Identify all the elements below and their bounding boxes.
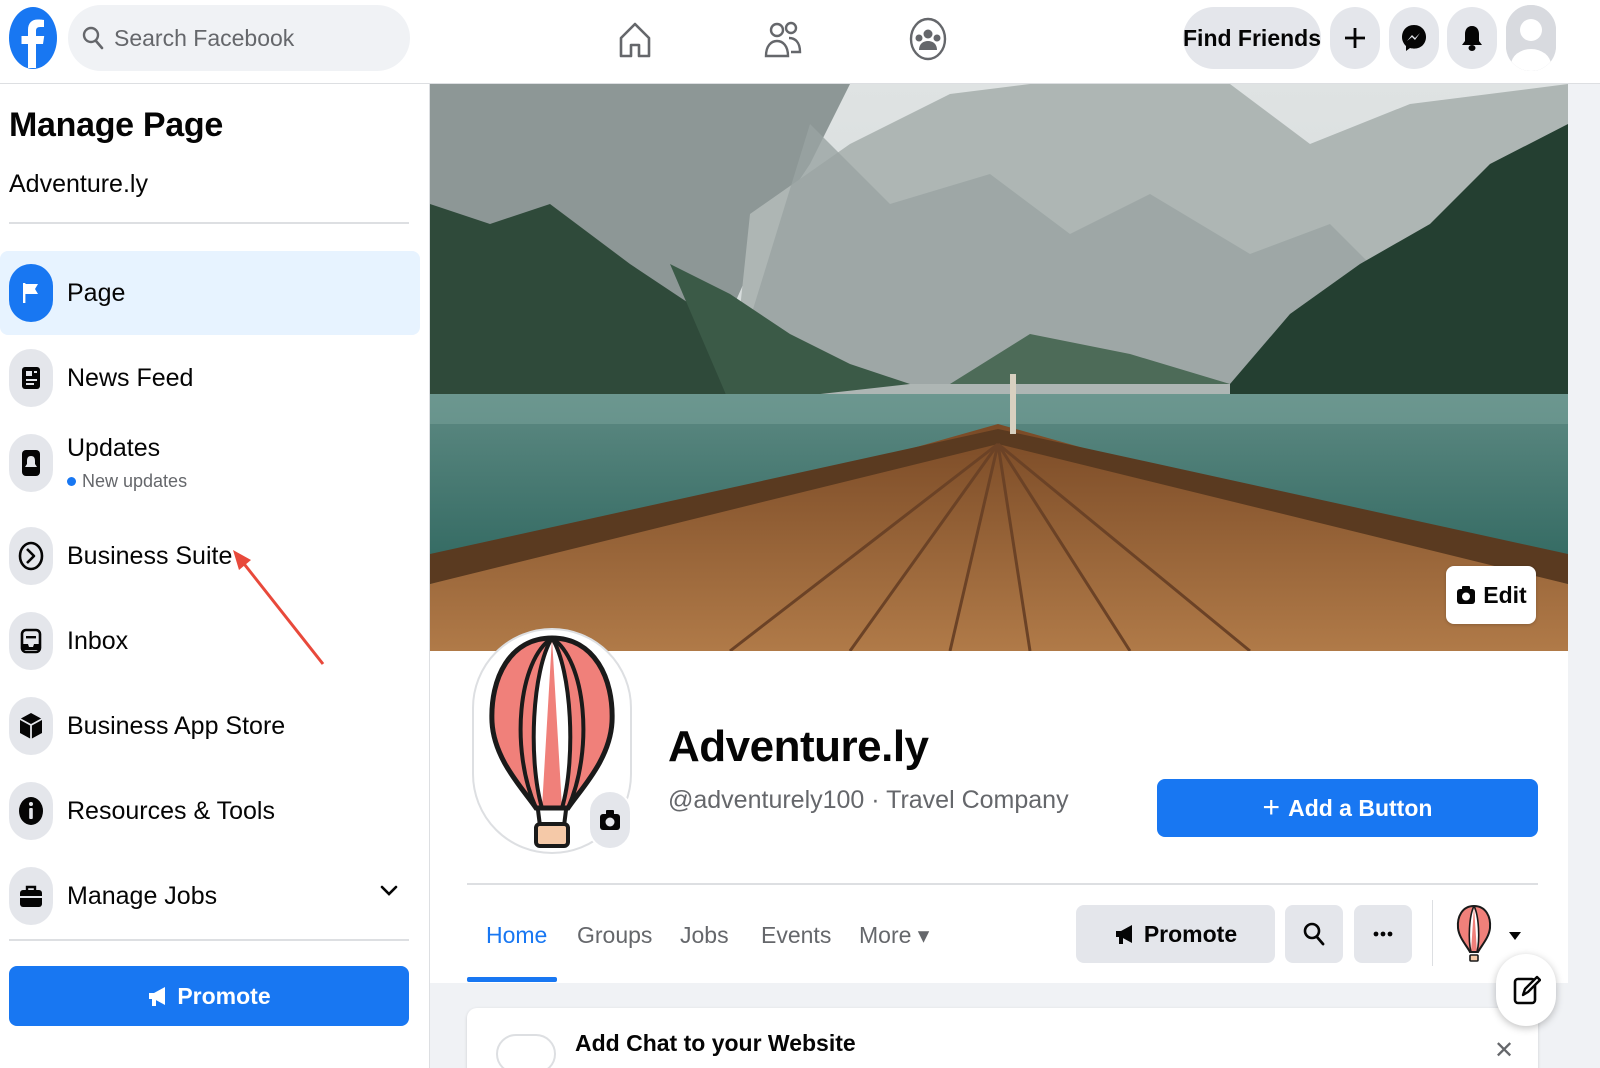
sidebar-item-updates[interactable]: Updates New updates	[0, 421, 420, 505]
unread-dot	[67, 477, 76, 486]
promote-label: Promote	[177, 982, 271, 1009]
add-a-button[interactable]: + Add a Button	[1157, 779, 1538, 837]
sidebar-item-news-feed[interactable]: News Feed	[0, 336, 420, 420]
plus-icon: +	[1262, 791, 1281, 824]
page-avatar-switcher[interactable]	[1454, 904, 1494, 964]
sidebar-item-resources-tools[interactable]: Resources & Tools	[0, 769, 420, 853]
news-feed-icon	[9, 349, 53, 407]
edit-icon	[1513, 975, 1541, 1005]
more-options-button[interactable]	[1354, 905, 1412, 963]
sidebar-item-manage-jobs[interactable]: Manage Jobs	[0, 854, 420, 938]
info-icon	[9, 782, 53, 840]
chat-card-title: Add Chat to your Website	[575, 1030, 856, 1056]
bell-icon[interactable]	[1447, 7, 1497, 69]
sidebar-item-label: Business Suite	[67, 541, 233, 570]
sidebar-item-page[interactable]: Page	[0, 251, 420, 335]
top-navigation-bar: Find Friends	[0, 0, 1600, 84]
cover-photo	[430, 84, 1568, 651]
updates-note: New updates	[67, 471, 187, 492]
manage-page-sidebar: Manage Page Adventure.ly Page News Feed …	[0, 84, 430, 1068]
sidebar-item-label: Page	[67, 278, 126, 307]
edit-label: Edit	[1483, 581, 1527, 608]
chevron-down-icon[interactable]	[380, 884, 398, 903]
close-icon[interactable]: ✕	[1494, 1036, 1514, 1065]
find-friends-button[interactable]: Find Friends	[1183, 7, 1321, 69]
divider	[9, 222, 409, 224]
megaphone-icon	[1115, 925, 1132, 944]
active-tab-indicator	[467, 977, 557, 982]
cube-icon	[9, 697, 53, 755]
page-handle: @adventurely100 · Travel Company	[668, 786, 1069, 814]
tab-home[interactable]: Home	[486, 922, 547, 949]
facebook-logo-icon[interactable]	[8, 6, 58, 70]
search-box[interactable]	[68, 5, 410, 71]
updates-note-text: New updates	[82, 471, 188, 491]
groups-icon[interactable]	[903, 14, 953, 64]
search-input[interactable]	[114, 24, 374, 52]
divider	[467, 883, 1538, 885]
inbox-icon	[9, 612, 53, 670]
sidebar-item-label: News Feed	[67, 363, 194, 392]
promote-label: Promote	[1143, 920, 1238, 947]
search-page-button[interactable]	[1285, 905, 1343, 963]
compose-message-button[interactable]	[1496, 954, 1556, 1026]
avatar-icon[interactable]	[1506, 5, 1556, 71]
sidebar-item-business-app-store[interactable]: Business App Store	[0, 684, 420, 768]
ellipsis-icon	[1373, 931, 1393, 937]
home-icon[interactable]	[610, 14, 660, 64]
flag-icon	[9, 264, 53, 322]
briefcase-icon	[9, 867, 53, 925]
divider	[9, 939, 409, 941]
sidebar-promote-button[interactable]: Promote	[9, 966, 409, 1026]
sidebar-item-business-suite[interactable]: Business Suite	[0, 514, 420, 598]
sidebar-item-label: Manage Jobs	[67, 881, 218, 910]
sidebar-title: Manage Page	[9, 106, 223, 144]
promote-button[interactable]: Promote	[1076, 905, 1275, 963]
tab-jobs[interactable]: Jobs	[680, 922, 729, 949]
sidebar-item-inbox[interactable]: Inbox	[0, 599, 420, 683]
sidebar-page-name: Adventure.ly	[9, 170, 148, 198]
tab-events[interactable]: Events	[761, 922, 831, 949]
megaphone-icon	[149, 987, 166, 1006]
sidebar-item-label: Business App Store	[67, 711, 286, 740]
messenger-icon[interactable]	[1389, 7, 1439, 69]
add-button-label: Add a Button	[1288, 794, 1433, 821]
bell-icon	[9, 434, 53, 492]
caret-down-icon[interactable]	[1508, 928, 1522, 946]
annotation-arrow-icon	[233, 550, 325, 665]
hot-air-balloon-icon	[1456, 904, 1492, 962]
sidebar-item-label: Inbox	[67, 626, 129, 655]
business-suite-icon	[9, 527, 53, 585]
page-title: Adventure.ly	[668, 722, 929, 771]
plus-icon[interactable]	[1330, 7, 1380, 69]
camera-icon[interactable]	[588, 790, 632, 850]
camera-icon	[1457, 586, 1476, 604]
friends-icon[interactable]	[758, 14, 808, 64]
sidebar-item-label: Resources & Tools	[67, 796, 275, 825]
search-icon	[1303, 922, 1325, 946]
tab-groups[interactable]: Groups	[577, 922, 652, 949]
divider	[1432, 900, 1433, 966]
tab-more[interactable]: More ▾	[859, 922, 929, 949]
chat-card-icon	[496, 1034, 556, 1068]
edit-cover-button[interactable]: Edit	[1446, 566, 1536, 624]
sidebar-item-label: Updates	[67, 434, 161, 462]
search-icon	[82, 26, 104, 50]
